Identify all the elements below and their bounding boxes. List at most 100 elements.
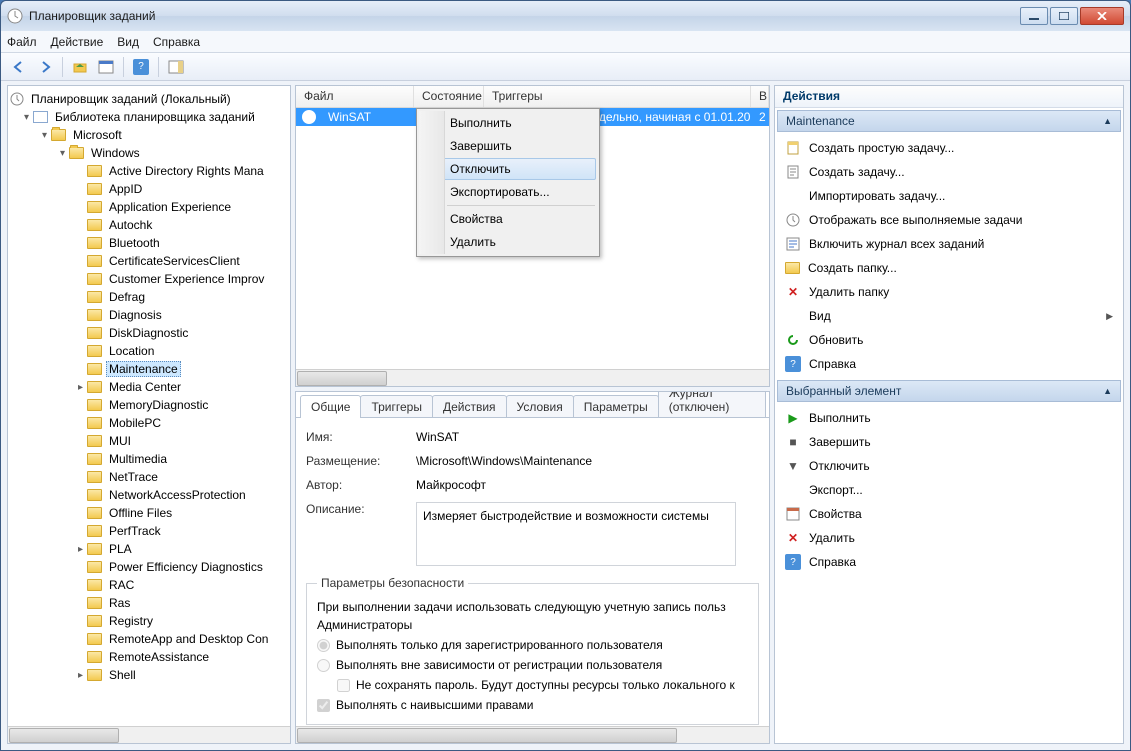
radio-logged-in[interactable] — [317, 639, 330, 652]
tree-folder[interactable]: NetTrace — [8, 468, 290, 486]
tab[interactable]: Действия — [432, 395, 507, 418]
tree-folder[interactable]: PerfTrack — [8, 522, 290, 540]
tree-folder[interactable]: Autochk — [8, 216, 290, 234]
action-item[interactable]: ✕Удалить — [777, 526, 1121, 550]
check-highest[interactable] — [317, 699, 330, 712]
tree-folder[interactable]: MobilePC — [8, 414, 290, 432]
tree-folder[interactable]: DiskDiagnostic — [8, 324, 290, 342]
tree-folder[interactable]: Active Directory Rights Mana — [8, 162, 290, 180]
action-item[interactable]: Создать простую задачу... — [777, 136, 1121, 160]
context-menu-item[interactable]: Отключить — [420, 158, 596, 180]
menu-file[interactable]: Файл — [7, 35, 37, 49]
tree-root[interactable]: Планировщик заданий (Локальный) — [8, 90, 290, 108]
action-label: Завершить — [809, 435, 871, 449]
action-item[interactable]: Импортировать задачу... — [777, 184, 1121, 208]
col-file[interactable]: Файл — [296, 86, 414, 107]
tree-folder[interactable]: RAC — [8, 576, 290, 594]
action-item[interactable]: Создать задачу... — [777, 160, 1121, 184]
tree-folder[interactable]: ▸PLA — [8, 540, 290, 558]
tree-folder[interactable]: Registry — [8, 612, 290, 630]
folder-tree[interactable]: Планировщик заданий (Локальный) ▾ Библио… — [8, 86, 290, 726]
expand-icon[interactable]: ▸ — [74, 669, 87, 682]
collapse-icon[interactable]: ▾ — [20, 111, 33, 124]
details-hscrollbar[interactable] — [296, 726, 769, 743]
action-item[interactable]: Свойства — [777, 502, 1121, 526]
col-last[interactable]: В — [751, 86, 769, 107]
toolbar-up-button[interactable] — [68, 56, 92, 78]
tree-microsoft[interactable]: ▾ Microsoft — [8, 126, 290, 144]
action-item[interactable]: ✕Удалить папку — [777, 280, 1121, 304]
menu-help[interactable]: Справка — [153, 35, 200, 49]
section-maintenance[interactable]: Maintenance▲ — [777, 110, 1121, 132]
tree-library[interactable]: ▾ Библиотека планировщика заданий — [8, 108, 290, 126]
toolbar-show-button[interactable] — [94, 56, 118, 78]
expand-icon[interactable]: ▸ — [74, 543, 87, 556]
tasklist-hscrollbar[interactable] — [296, 369, 769, 386]
action-item[interactable]: ■Завершить — [777, 430, 1121, 454]
maximize-button[interactable] — [1050, 7, 1078, 25]
tree-hscrollbar[interactable] — [8, 726, 290, 743]
minimize-button[interactable] — [1020, 7, 1048, 25]
context-menu-item[interactable]: Свойства — [420, 208, 596, 230]
context-menu-item[interactable]: Экспортировать... — [420, 181, 596, 203]
tree-folder[interactable]: Defrag — [8, 288, 290, 306]
tree-folder[interactable]: RemoteAssistance — [8, 648, 290, 666]
action-item[interactable]: ?Справка — [777, 352, 1121, 376]
tree-folder[interactable]: Offline Files — [8, 504, 290, 522]
check-no-password[interactable] — [337, 679, 350, 692]
nav-forward-button[interactable] — [33, 56, 57, 78]
action-item[interactable]: Создать папку... — [777, 256, 1121, 280]
tree-folder[interactable]: Bluetooth — [8, 234, 290, 252]
action-item[interactable]: ▼Отключить — [777, 454, 1121, 478]
tab[interactable]: Журнал (отключен) — [658, 391, 766, 418]
toolbar-help-button[interactable]: ? — [129, 56, 153, 78]
context-menu-item[interactable]: Выполнить — [420, 112, 596, 134]
folder-icon — [87, 417, 102, 429]
tree-folder[interactable]: Power Efficiency Diagnostics — [8, 558, 290, 576]
section-selected[interactable]: Выбранный элемент▲ — [777, 380, 1121, 402]
context-menu-item[interactable]: Завершить — [420, 135, 596, 157]
titlebar[interactable]: Планировщик заданий — [1, 1, 1130, 31]
tab[interactable]: Параметры — [573, 395, 659, 418]
nav-back-button[interactable] — [7, 56, 31, 78]
tree-folder[interactable]: Ras — [8, 594, 290, 612]
tree-folder[interactable]: AppID — [8, 180, 290, 198]
tree-folder[interactable]: Location — [8, 342, 290, 360]
action-item[interactable]: Включить журнал всех заданий — [777, 232, 1121, 256]
menu-action[interactable]: Действие — [51, 35, 104, 49]
collapse-icon[interactable]: ▾ — [56, 147, 69, 160]
value-desc[interactable]: Измеряет быстродействие и возможности си… — [416, 502, 736, 566]
action-item[interactable]: Экспорт... — [777, 478, 1121, 502]
tree-folder[interactable]: Diagnosis — [8, 306, 290, 324]
tree-folder[interactable]: ▸Media Center — [8, 378, 290, 396]
toolbar-actions-button[interactable] — [164, 56, 188, 78]
blank-icon — [785, 308, 801, 324]
tree-folder[interactable]: Application Experience — [8, 198, 290, 216]
tree-folder[interactable]: MUI — [8, 432, 290, 450]
tree-folder[interactable]: Maintenance — [8, 360, 290, 378]
tree-folder[interactable]: CertificateServicesClient — [8, 252, 290, 270]
tab[interactable]: Триггеры — [360, 395, 433, 418]
tree-folder[interactable]: Multimedia — [8, 450, 290, 468]
tree-windows[interactable]: ▾ Windows — [8, 144, 290, 162]
tree-folder[interactable]: ▸Shell — [8, 666, 290, 684]
collapse-icon[interactable]: ▾ — [38, 129, 51, 142]
tree-folder[interactable]: Customer Experience Improv — [8, 270, 290, 288]
action-item[interactable]: ?Справка — [777, 550, 1121, 574]
context-menu-item[interactable]: Удалить — [420, 231, 596, 253]
action-item[interactable]: Отображать все выполняемые задачи — [777, 208, 1121, 232]
col-state[interactable]: Состояние — [414, 86, 484, 107]
action-item[interactable]: Вид▶ — [777, 304, 1121, 328]
tree-folder[interactable]: MemoryDiagnostic — [8, 396, 290, 414]
close-button[interactable] — [1080, 7, 1124, 25]
col-triggers[interactable]: Триггеры — [484, 86, 751, 107]
expand-icon[interactable]: ▸ — [74, 381, 87, 394]
tree-folder[interactable]: NetworkAccessProtection — [8, 486, 290, 504]
action-item[interactable]: ▶Выполнить — [777, 406, 1121, 430]
menu-view[interactable]: Вид — [117, 35, 139, 49]
tab[interactable]: Условия — [506, 395, 574, 418]
tab[interactable]: Общие — [300, 395, 361, 418]
radio-any[interactable] — [317, 659, 330, 672]
tree-folder[interactable]: RemoteApp and Desktop Con — [8, 630, 290, 648]
action-item[interactable]: Обновить — [777, 328, 1121, 352]
